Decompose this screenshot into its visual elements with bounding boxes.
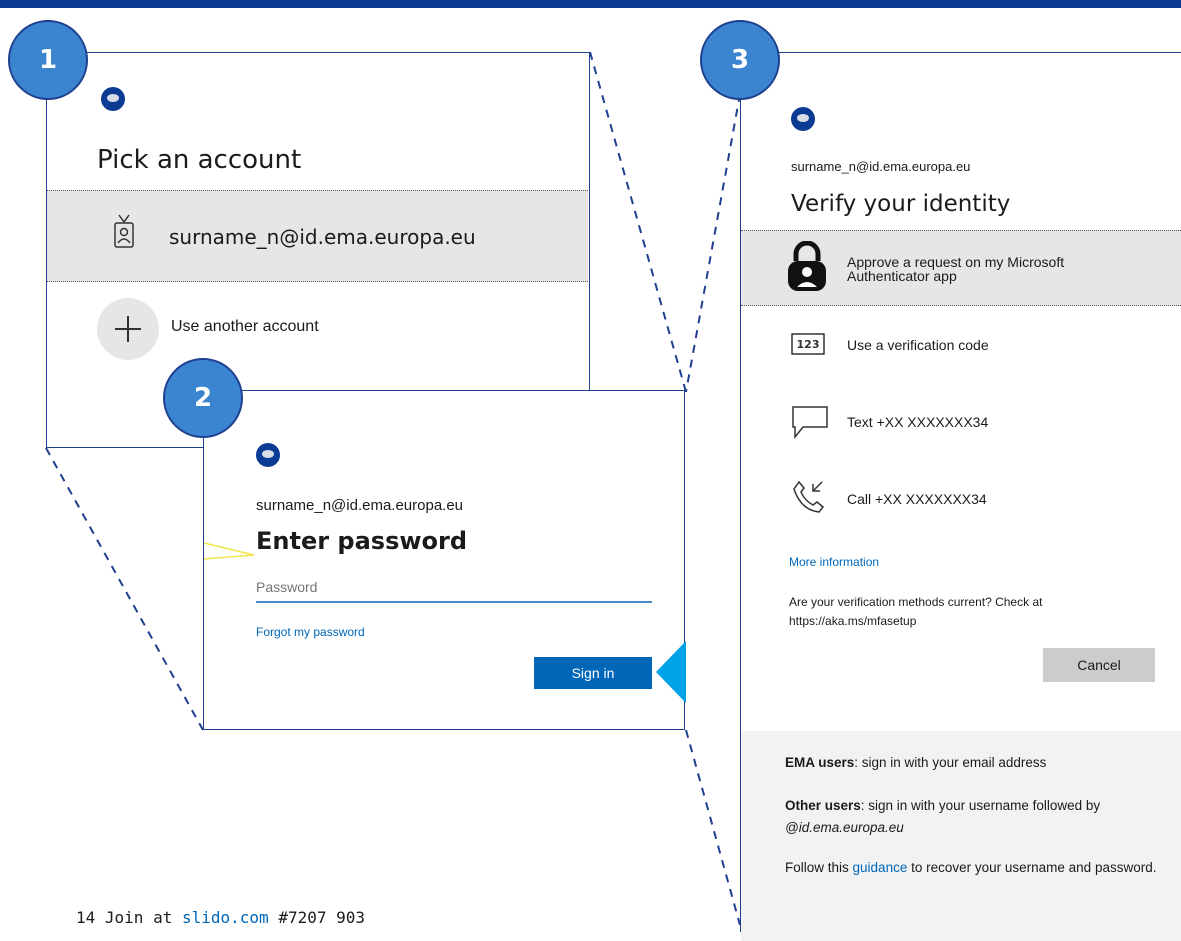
join-code: #7207 903 xyxy=(278,908,366,927)
verify-identity-panel: surname_n@id.ema.europa.eu Verify your i… xyxy=(740,52,1181,941)
account-tile[interactable]: surname_n@id.ema.europa.eu xyxy=(47,190,588,282)
cancel-button[interactable]: Cancel xyxy=(1043,648,1155,682)
guidance-link[interactable]: guidance xyxy=(853,860,908,875)
microsoft-logo-icon xyxy=(256,443,280,467)
password-email: surname_n@id.ema.europa.eu xyxy=(256,497,464,514)
slido-link[interactable]: slido.com xyxy=(182,908,269,927)
option-call[interactable]: Call +XX XXXXXXX34 xyxy=(741,473,1181,523)
pick-account-panel: Pick an account surname_n@id.ema.europa.… xyxy=(46,52,590,448)
enter-password-title: Enter password xyxy=(256,527,468,555)
phone-call-icon xyxy=(793,480,825,513)
top-bar xyxy=(0,0,1181,8)
sign-in-button[interactable]: Sign in xyxy=(534,657,652,689)
option-label: Call +XX XXXXXXX34 xyxy=(847,491,987,507)
lock-icon xyxy=(788,241,826,291)
id-badge-icon xyxy=(114,214,134,248)
other-users-line: Other users: sign in with your username … xyxy=(785,798,1101,835)
highlight-marker-icon xyxy=(204,542,255,560)
ema-users-line: EMA users: sign in with your email addre… xyxy=(785,755,1047,770)
use-another-button[interactable] xyxy=(97,298,159,360)
option-label: Use a verification code xyxy=(847,337,989,353)
step-badge-1: 1 xyxy=(8,20,88,100)
footer: 14 Join at slido.com #7207 903 xyxy=(76,908,366,927)
option-verification-code[interactable]: 123 Use a verification code xyxy=(741,321,1181,371)
methods-current-text: Are your verification methods current? C… xyxy=(789,595,1043,628)
option-label: Text +XX XXXXXXX34 xyxy=(847,414,989,430)
pointer-arrow-icon xyxy=(656,641,686,703)
option-label: Approve a request on my Microsoft Authen… xyxy=(847,254,1065,284)
verify-title: Verify your identity xyxy=(791,191,1011,217)
forgot-password-link[interactable]: Forgot my password xyxy=(256,625,365,639)
enter-password-panel: surname_n@id.ema.europa.eu Enter passwor… xyxy=(203,390,686,730)
more-information-link[interactable]: More information xyxy=(789,555,879,569)
verify-email: surname_n@id.ema.europa.eu xyxy=(791,159,971,174)
microsoft-logo-icon xyxy=(791,107,815,131)
plus-icon xyxy=(115,316,141,342)
info-box: EMA users: sign in with your email addre… xyxy=(741,731,1181,941)
pick-account-title: Pick an account xyxy=(97,145,302,175)
account-email: surname_n@id.ema.europa.eu xyxy=(169,225,476,249)
code-123-icon: 123 xyxy=(791,333,825,355)
microsoft-logo-icon xyxy=(101,87,125,111)
option-authenticator[interactable]: Approve a request on my Microsoft Authen… xyxy=(741,230,1181,306)
page-number: 14 xyxy=(76,908,96,927)
chat-bubble-icon xyxy=(792,406,828,439)
svg-text:123: 123 xyxy=(797,338,820,351)
step-badge-3: 3 xyxy=(700,20,780,100)
follow-guidance-line: Follow this guidance to recover your use… xyxy=(785,860,1157,875)
step-badge-2: 2 xyxy=(163,358,243,438)
option-text[interactable]: Text +XX XXXXXXX34 xyxy=(741,397,1181,447)
password-input[interactable] xyxy=(256,573,652,603)
use-another-label[interactable]: Use another account xyxy=(171,318,319,336)
